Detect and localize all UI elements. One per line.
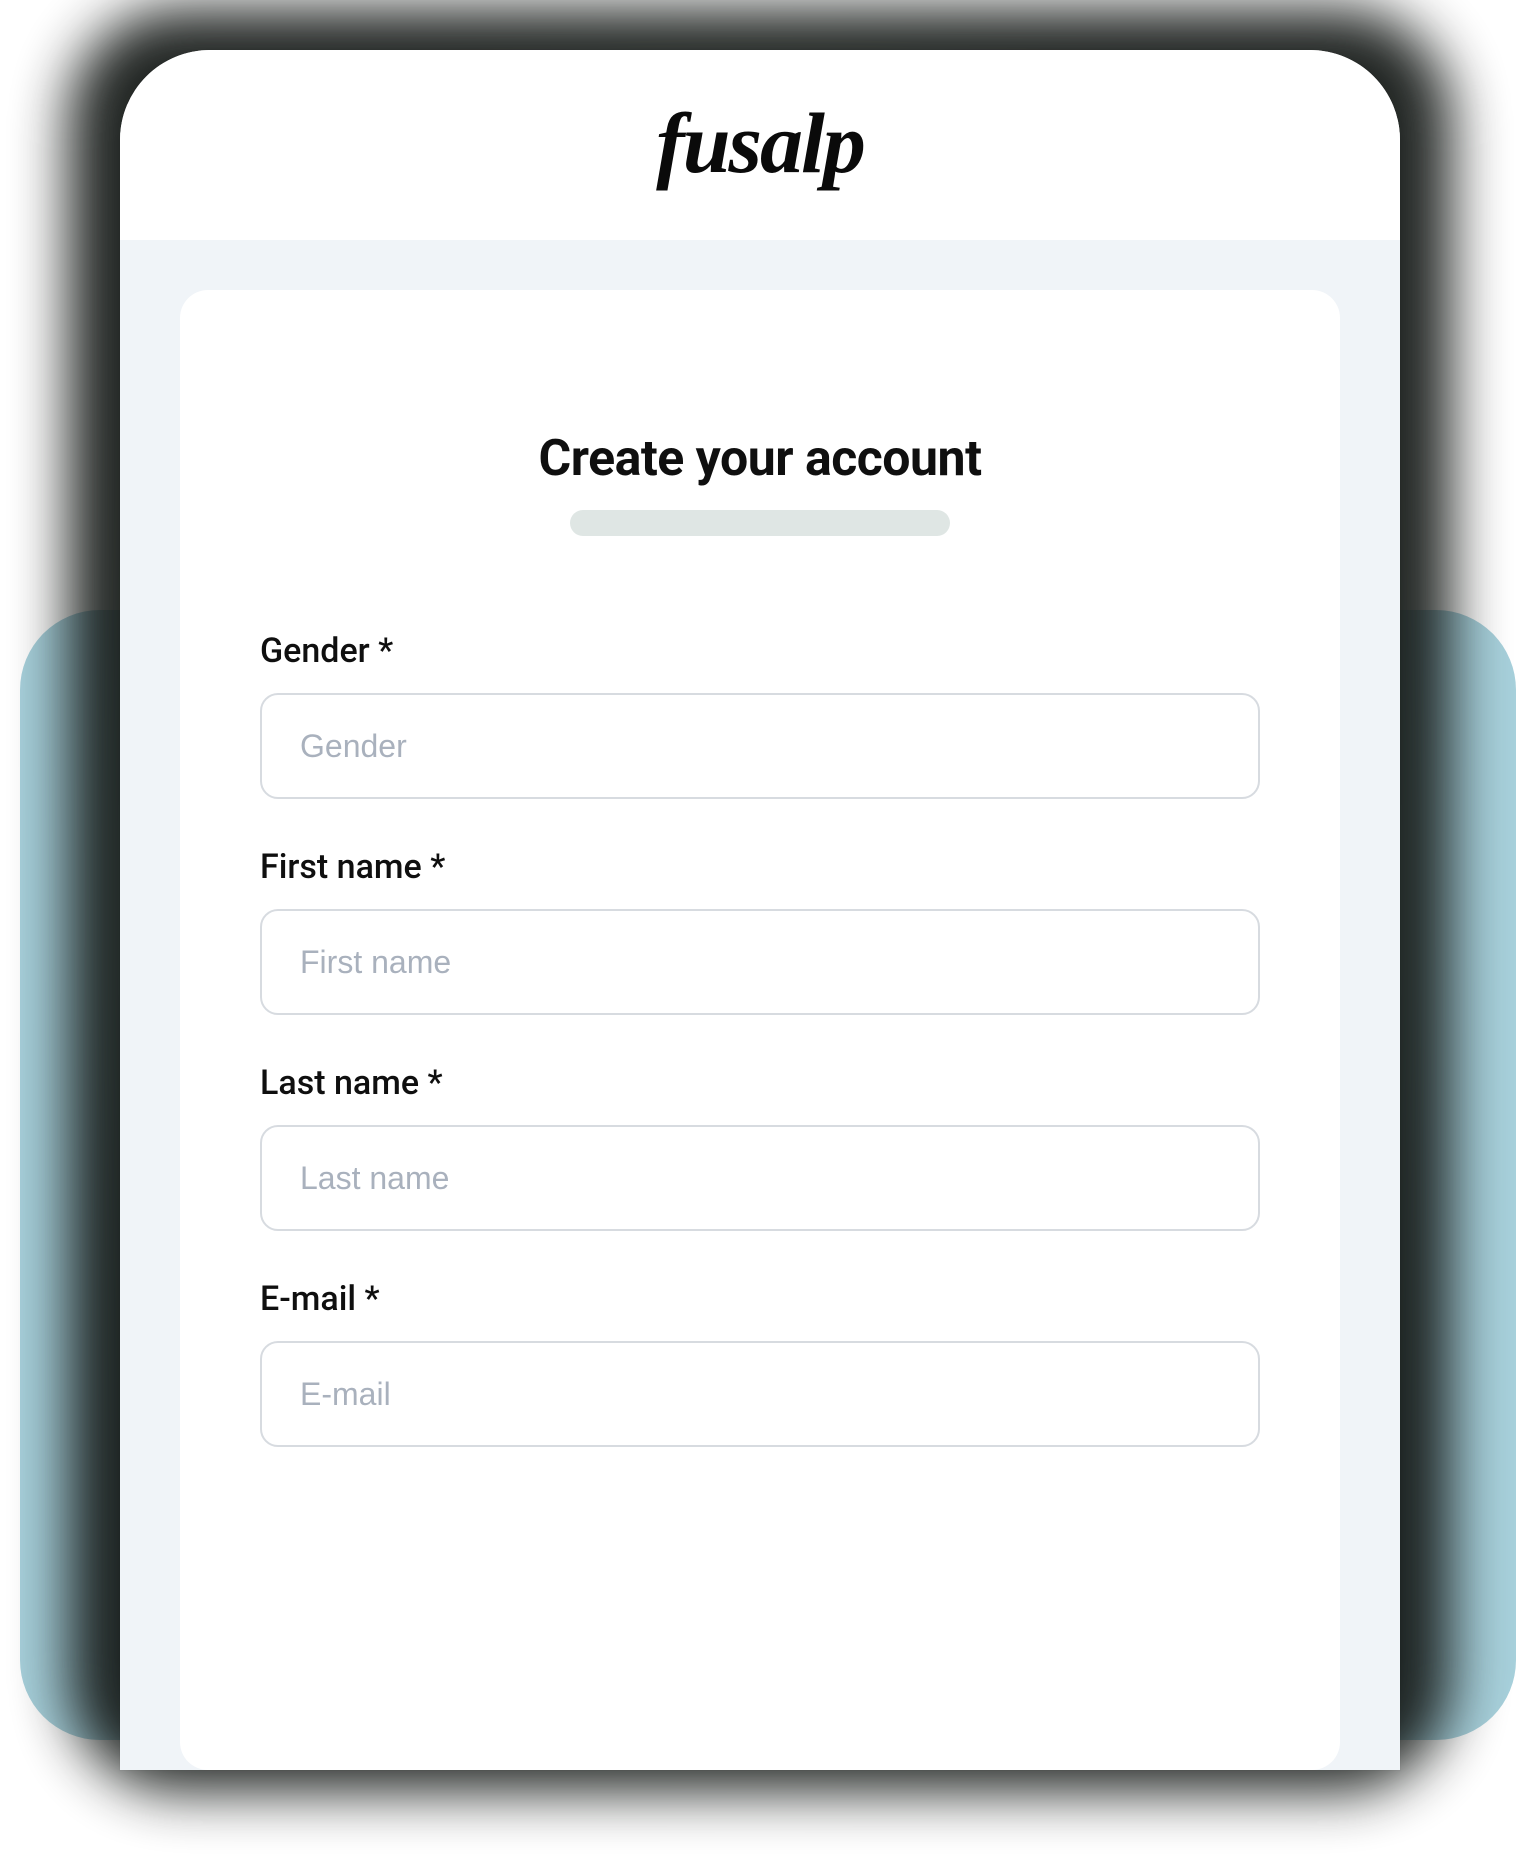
- field-first-name: First name *: [260, 847, 1260, 1015]
- last-name-label: Last name *: [260, 1063, 1260, 1103]
- field-gender: Gender *: [260, 631, 1260, 799]
- first-name-input[interactable]: [260, 909, 1260, 1015]
- first-name-label: First name *: [260, 847, 1260, 887]
- signup-card: Create your account Gender * First name …: [180, 290, 1340, 1770]
- form-fields: Gender * First name * Last name * E-mail…: [260, 631, 1260, 1447]
- gender-label: Gender *: [260, 631, 1260, 671]
- app-body: Create your account Gender * First name …: [120, 240, 1400, 1770]
- last-name-input[interactable]: [260, 1125, 1260, 1231]
- brand-logo: fusalp: [656, 100, 864, 186]
- device-frame: fusalp Create your account Gender * Firs…: [120, 50, 1400, 1770]
- field-last-name: Last name *: [260, 1063, 1260, 1231]
- field-email: E-mail *: [260, 1279, 1260, 1447]
- title-underline: [570, 510, 950, 536]
- form-title: Create your account: [260, 430, 1260, 488]
- app-header: fusalp: [120, 50, 1400, 240]
- gender-input[interactable]: [260, 693, 1260, 799]
- email-input[interactable]: [260, 1341, 1260, 1447]
- email-label: E-mail *: [260, 1279, 1260, 1319]
